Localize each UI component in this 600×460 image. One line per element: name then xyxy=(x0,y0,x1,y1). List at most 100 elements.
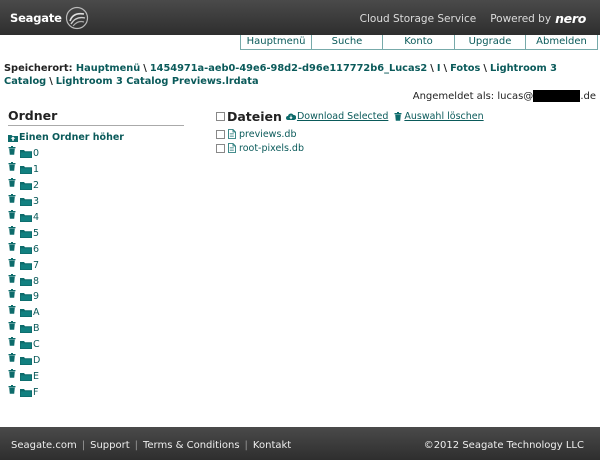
parent-folder-link[interactable]: Einen Ordner höher xyxy=(8,132,184,143)
folder-item[interactable]: 4 xyxy=(8,210,184,226)
file-checkbox[interactable] xyxy=(216,143,225,153)
breadcrumb-item[interactable]: I xyxy=(437,63,441,74)
delete-folder-icon[interactable] xyxy=(8,273,16,283)
folder-icon xyxy=(20,325,32,334)
breadcrumb-item[interactable]: 1454971a-aeb0-49e6-98d2-d96e117772b6_Luc… xyxy=(150,63,427,74)
folder-icon xyxy=(20,182,32,191)
folder-label[interactable]: 7 xyxy=(33,260,39,271)
folder-item[interactable]: 7 xyxy=(8,257,184,273)
delete-folder-icon[interactable] xyxy=(8,321,16,331)
delete-folder-icon[interactable] xyxy=(8,305,16,315)
delete-folder-icon[interactable] xyxy=(8,257,16,267)
footer-link-support[interactable]: Support xyxy=(90,440,130,451)
folder-item[interactable]: B xyxy=(8,321,184,337)
download-selected-link[interactable]: Download Selected xyxy=(285,111,388,122)
parent-folder-label: Einen Ordner höher xyxy=(19,132,124,143)
folder-label[interactable]: 4 xyxy=(33,212,39,223)
copyright: ©2012 Seagate Technology LLC xyxy=(423,440,584,451)
breadcrumb-item[interactable]: Fotos xyxy=(450,63,480,74)
footer-link-terms[interactable]: Terms & Conditions xyxy=(143,440,240,451)
delete-folder-icon[interactable] xyxy=(8,368,16,378)
delete-folder-icon[interactable] xyxy=(8,225,16,235)
folder-item[interactable]: 9 xyxy=(8,289,184,305)
folder-label[interactable]: 1 xyxy=(33,164,39,175)
folder-item[interactable]: 8 xyxy=(8,273,184,289)
delete-folder-icon[interactable] xyxy=(8,353,16,362)
seagate-logo[interactable]: Seagate xyxy=(10,4,89,32)
folder-up-icon xyxy=(8,135,18,142)
folder-item[interactable]: D xyxy=(8,353,184,369)
folder-item[interactable]: 1 xyxy=(8,162,184,178)
delete-folder-icon[interactable] xyxy=(8,178,16,188)
footer-link-contact[interactable]: Kontakt xyxy=(253,440,291,451)
nav-konto[interactable]: Konto xyxy=(383,35,455,50)
breadcrumb-separator: \ xyxy=(483,63,487,74)
file-item: root-pixels.db xyxy=(216,141,596,155)
delete-folder-icon[interactable] xyxy=(8,194,16,203)
file-name-link[interactable]: previews.db xyxy=(239,129,296,140)
delete-folder-icon[interactable] xyxy=(8,241,16,251)
folder-label[interactable]: 8 xyxy=(33,276,39,287)
nav-upgrade[interactable]: Upgrade xyxy=(455,35,526,50)
breadcrumb-separator: \ xyxy=(443,63,448,74)
footer-link-seagate[interactable]: Seagate.com xyxy=(11,440,77,451)
folder-label[interactable]: B xyxy=(33,323,40,334)
folder-item[interactable]: 3 xyxy=(8,194,184,210)
folder-item[interactable]: A xyxy=(8,305,184,321)
folder-item[interactable]: E xyxy=(8,368,184,384)
delete-selection-link[interactable]: Auswahl löschen xyxy=(394,111,484,122)
folder-icon xyxy=(20,293,32,302)
footer: Seagate.com | Support | Terms & Conditio… xyxy=(0,427,600,460)
folder-label[interactable]: 9 xyxy=(33,291,39,302)
nav-hauptmenu[interactable]: Hauptmenü xyxy=(240,35,312,50)
service-name: Cloud Storage Service xyxy=(359,12,477,25)
select-all-checkbox[interactable] xyxy=(216,111,225,121)
delete-folder-icon[interactable] xyxy=(8,210,16,219)
folder-label[interactable]: 5 xyxy=(33,228,39,239)
breadcrumb-separator: \ xyxy=(143,63,147,74)
nav-suche[interactable]: Suche xyxy=(312,35,383,50)
breadcrumb-item-current[interactable]: Lightroom 3 Catalog Previews.lrdata xyxy=(56,76,259,87)
files-panel: Dateien Download Selected Auswahl lösche… xyxy=(216,108,596,155)
nero-logo: nero xyxy=(555,11,586,26)
folder-list: 0 1 2 3 4 5 6 7 8 9 ABCDEF xyxy=(8,146,184,400)
folder-label[interactable]: 6 xyxy=(33,244,39,255)
delete-folder-icon[interactable] xyxy=(8,162,16,172)
delete-folder-icon[interactable] xyxy=(8,384,16,394)
folder-icon xyxy=(20,388,32,397)
folder-icon xyxy=(20,166,32,175)
folder-label[interactable]: 3 xyxy=(33,196,39,207)
folder-label[interactable]: F xyxy=(33,387,38,398)
trash-icon xyxy=(394,111,402,121)
folder-icon xyxy=(20,198,32,207)
folder-icon xyxy=(20,372,32,381)
folder-label[interactable]: 2 xyxy=(33,180,39,191)
footer-links: Seagate.com | Support | Terms & Conditio… xyxy=(11,440,291,451)
user-suffix: .de xyxy=(580,90,596,102)
folder-icon xyxy=(20,214,32,222)
folder-item[interactable]: 5 xyxy=(8,225,184,241)
folder-item[interactable]: F xyxy=(8,384,184,400)
breadcrumb-item[interactable]: Hauptmenü xyxy=(76,63,140,74)
delete-folder-icon[interactable] xyxy=(8,146,16,156)
logo-text: Seagate xyxy=(10,11,62,25)
folder-item[interactable]: 0 xyxy=(8,146,184,162)
top-nav: Hauptmenü Suche Konto Upgrade Abmelden xyxy=(240,35,598,50)
delete-folder-icon[interactable] xyxy=(8,337,16,346)
user-prefix: lucas@ xyxy=(497,90,534,102)
folder-item[interactable]: C xyxy=(8,337,184,353)
folder-label[interactable]: D xyxy=(33,355,40,366)
folders-title: Ordner xyxy=(8,108,184,126)
file-checkbox[interactable] xyxy=(216,129,225,139)
folder-label[interactable]: A xyxy=(33,307,40,318)
folder-item[interactable]: 6 xyxy=(8,241,184,257)
folder-label[interactable]: E xyxy=(33,371,39,382)
file-item: previews.db xyxy=(216,127,596,141)
folder-label[interactable]: 0 xyxy=(33,148,39,159)
file-name-link[interactable]: root-pixels.db xyxy=(239,143,304,154)
folder-icon xyxy=(20,245,32,254)
delete-folder-icon[interactable] xyxy=(8,289,16,299)
folder-item[interactable]: 2 xyxy=(8,178,184,194)
nav-abmelden[interactable]: Abmelden xyxy=(526,35,598,50)
folder-label[interactable]: C xyxy=(33,339,40,350)
